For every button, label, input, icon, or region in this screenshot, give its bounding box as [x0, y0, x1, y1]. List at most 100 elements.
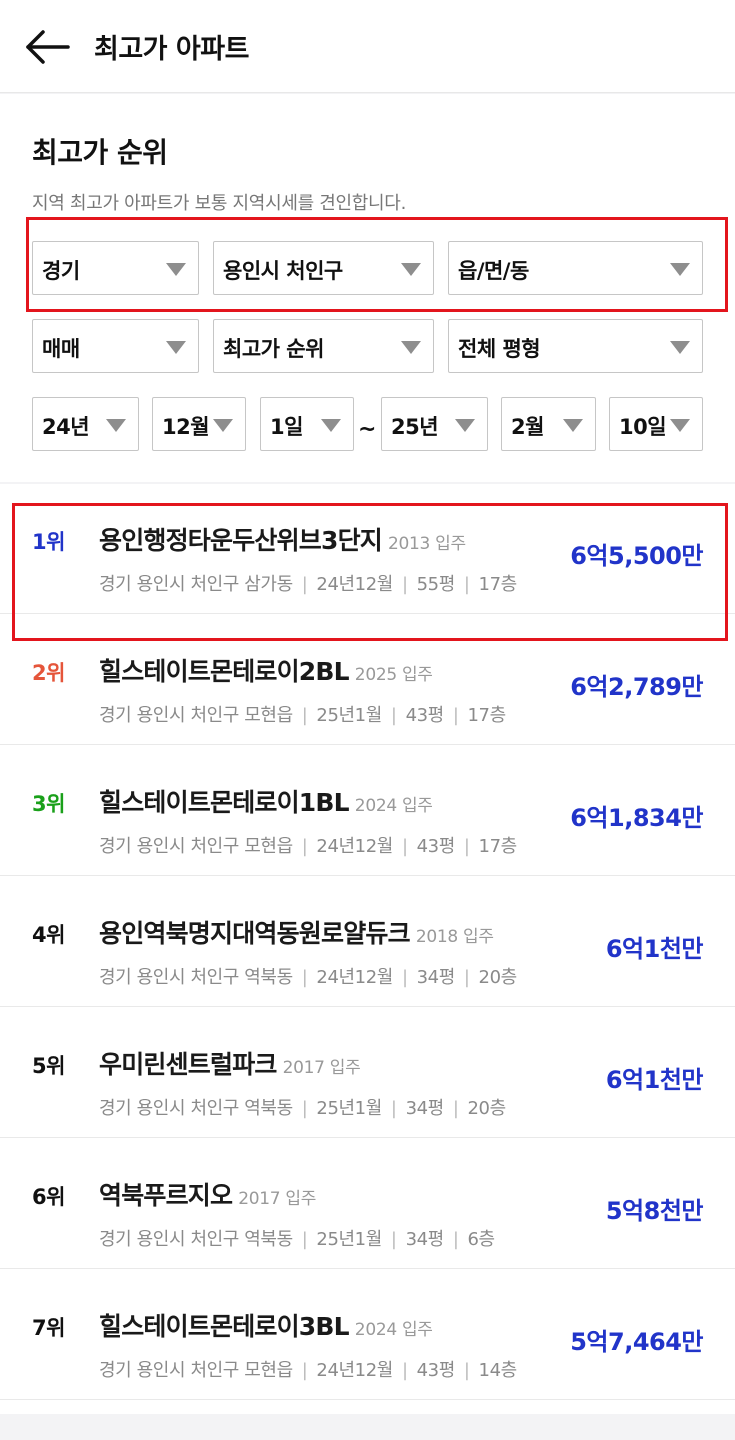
rank-label: 2위	[32, 661, 65, 685]
meta-date: 25년1월	[316, 1229, 382, 1250]
meta-region: 경기 용인시 처인구 모현읍	[99, 1360, 293, 1381]
meta-separator: |	[301, 1098, 308, 1119]
meta-separator: |	[401, 1360, 408, 1381]
to-month-select[interactable]: 2월	[501, 397, 596, 451]
meta-date: 24년12월	[316, 1360, 393, 1381]
from-day-select[interactable]: 1일	[260, 397, 354, 451]
to-day-value: 10일	[619, 415, 667, 439]
ranking-item[interactable]: 1위 용인행정타운두산위브3단지 2013 입주 경기 용인시 처인구 삼가동 | 24년…	[0, 484, 735, 614]
meta-size: 55평	[416, 574, 456, 595]
meta-separator: |	[301, 836, 308, 857]
region-select[interactable]: 경기	[32, 241, 199, 295]
section-title: 최고가 순위	[32, 136, 168, 169]
ranking-item[interactable]: 5위 우미린센트럴파크 2017 입주 경기 용인시 처인구 역북동 | 25년1월 | 34…	[0, 1008, 735, 1138]
city-select-value: 용인시 처인구	[223, 259, 343, 283]
rank-label: 5위	[32, 1054, 65, 1078]
ranking-item[interactable]: 2위 힐스테이트몬테로이2BL 2025 입주 경기 용인시 처인구 모현읍 | 25년1…	[0, 615, 735, 745]
price-label: 6억1천만	[605, 1066, 704, 1094]
apartment-meta: 경기 용인시 처인구 역북동 | 25년1월 | 34평 | 20층	[99, 1094, 506, 1120]
caret-down-icon	[455, 419, 475, 432]
meta-separator: |	[301, 574, 308, 595]
price-label: 6억1,834만	[570, 804, 703, 832]
app-header: 최고가 아파트	[0, 0, 735, 93]
caret-down-icon	[166, 263, 186, 276]
meta-region: 경기 용인시 처인구 역북동	[99, 967, 293, 988]
meta-region: 경기 용인시 처인구 모현읍	[99, 705, 293, 726]
apartment-meta: 경기 용인시 처인구 역북동 | 24년12월 | 34평 | 20층	[99, 963, 517, 989]
meta-date: 24년12월	[316, 836, 393, 857]
size-select-value: 전체 평형	[458, 337, 541, 361]
from-year-select[interactable]: 24년	[32, 397, 139, 451]
from-month-value: 12월	[162, 415, 210, 439]
ranking-item[interactable]: 3위 힐스테이트몬테로이1BL 2024 입주 경기 용인시 처인구 모현읍 | 24년1…	[0, 746, 735, 876]
caret-down-icon	[401, 341, 421, 354]
meta-separator: |	[301, 1229, 308, 1250]
caret-down-icon	[321, 419, 341, 432]
move-in-year: 2017 입주	[238, 1189, 317, 1209]
caret-down-icon	[213, 419, 233, 432]
meta-separator: |	[390, 1229, 397, 1250]
meta-size: 34평	[405, 1098, 445, 1119]
meta-separator: |	[401, 967, 408, 988]
from-year-value: 24년	[42, 415, 90, 439]
move-in-year: 2025 입주	[354, 665, 433, 685]
rank-label: 6위	[32, 1185, 65, 1209]
deal-type-select[interactable]: 매매	[32, 319, 199, 373]
meta-size: 43평	[416, 1360, 456, 1381]
to-year-value: 25년	[391, 415, 439, 439]
apartment-name: 힐스테이트몬테로이1BL	[99, 788, 350, 817]
price-label: 6억2,789만	[570, 673, 703, 701]
meta-separator: |	[463, 574, 470, 595]
meta-separator: |	[390, 705, 397, 726]
meta-size: 34평	[416, 967, 456, 988]
meta-separator: |	[301, 1360, 308, 1381]
apartment-name-line: 용인역북명지대역동원로얄듀크 2018 입주	[99, 914, 494, 950]
caret-down-icon	[106, 419, 126, 432]
meta-region: 경기 용인시 처인구 역북동	[99, 1098, 293, 1119]
meta-date: 24년12월	[316, 967, 393, 988]
size-select[interactable]: 전체 평형	[448, 319, 703, 373]
apartment-name: 용인행정타운두산위브3단지	[99, 526, 383, 555]
move-in-year: 2024 입주	[354, 796, 433, 816]
move-in-year: 2024 입주	[354, 1320, 433, 1340]
meta-separator: |	[301, 967, 308, 988]
meta-separator: |	[452, 1229, 459, 1250]
apartment-name-line: 힐스테이트몬테로이3BL 2024 입주	[99, 1307, 433, 1343]
apartment-name-line: 힐스테이트몬테로이1BL 2024 입주	[99, 783, 433, 819]
ranking-item[interactable]: 6위 역북푸르지오 2017 입주 경기 용인시 처인구 역북동 | 25년1월 | 34평 |…	[0, 1139, 735, 1269]
caret-down-icon	[401, 263, 421, 276]
meta-separator: |	[463, 967, 470, 988]
sort-select[interactable]: 최고가 순위	[213, 319, 434, 373]
city-select[interactable]: 용인시 처인구	[213, 241, 434, 295]
to-year-select[interactable]: 25년	[381, 397, 488, 451]
section-description: 지역 최고가 아파트가 보통 지역시세를 견인합니다.	[32, 193, 406, 214]
meta-size: 43평	[416, 836, 456, 857]
meta-floor: 20층	[478, 967, 518, 988]
meta-floor: 17층	[478, 836, 518, 857]
apartment-name: 우미린센트럴파크	[99, 1050, 277, 1079]
apartment-meta: 경기 용인시 처인구 모현읍 | 24년12월 | 43평 | 17층	[99, 832, 517, 858]
back-arrow-icon[interactable]	[22, 24, 72, 70]
meta-separator: |	[401, 836, 408, 857]
caret-down-icon	[166, 341, 186, 354]
to-month-value: 2월	[511, 415, 544, 439]
ranking-item[interactable]: 7위 힐스테이트몬테로이3BL 2024 입주경기 용인시 처인구 모현읍 | 24년1…	[0, 1270, 735, 1400]
meta-floor: 14층	[478, 1360, 518, 1381]
price-label: 6억5,500만	[570, 542, 703, 570]
caret-down-icon	[670, 263, 690, 276]
to-day-select[interactable]: 10일	[609, 397, 703, 451]
ranking-item[interactable]: 4위 용인역북명지대역동원로얄듀크 2018 입주경기 용인시 처인구 역북동 | 24…	[0, 877, 735, 1007]
from-month-select[interactable]: 12월	[152, 397, 246, 451]
meta-separator: |	[452, 1098, 459, 1119]
rank-label: 4위	[32, 923, 65, 947]
move-in-year: 2013 입주	[388, 534, 466, 554]
price-label: 6억1천만	[605, 935, 704, 963]
deal-type-select-value: 매매	[42, 337, 80, 361]
caret-down-icon	[670, 341, 690, 354]
meta-region: 경기 용인시 처인구 모현읍	[99, 836, 293, 857]
rank-label: 7위	[32, 1316, 65, 1340]
town-select[interactable]: 읍/면/동	[448, 241, 703, 295]
town-select-value: 읍/면/동	[458, 259, 529, 283]
meta-floor: 20층	[467, 1098, 507, 1119]
region-select-value: 경기	[42, 259, 80, 283]
